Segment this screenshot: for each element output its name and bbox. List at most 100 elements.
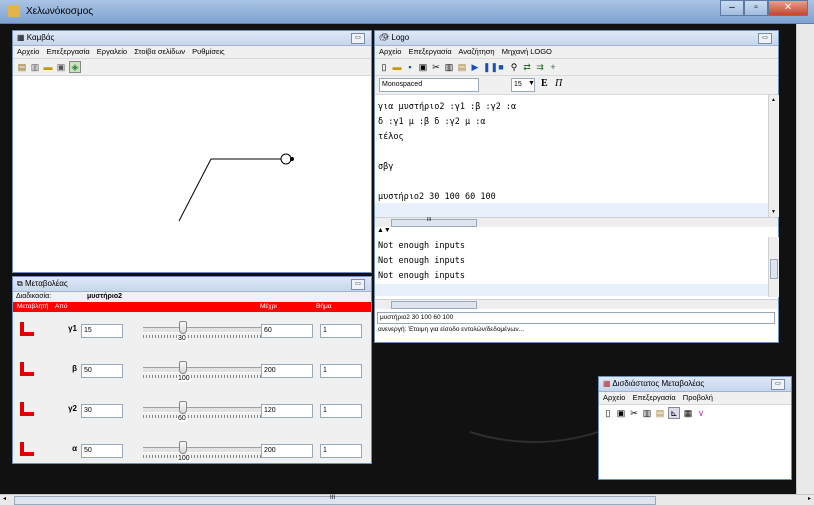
turtle-icon (280, 153, 292, 165)
editor-vertical-scrollbar[interactable]: ▲ ▼ (768, 95, 779, 217)
variable-slider[interactable]: 30 (143, 316, 263, 344)
logo-menu-search[interactable]: Αναζήτηση (458, 47, 494, 56)
stop-icon[interactable]: ■ (496, 62, 506, 72)
variable-name: α (72, 444, 77, 453)
dim-menu-file[interactable]: Αρχείο (603, 393, 625, 402)
print-icon[interactable]: ▣ (418, 62, 428, 72)
scroll-left-icon[interactable]: ◂ (3, 495, 6, 502)
command-input[interactable]: μυστήριο2 30 100 60 100 (377, 312, 775, 324)
variable-slider[interactable]: 100 (143, 436, 263, 464)
copy-icon[interactable]: ▥ (642, 408, 652, 418)
add-icon[interactable]: + (548, 62, 558, 72)
app-icon (8, 5, 20, 17)
output-vertical-scrollbar[interactable] (768, 237, 779, 297)
dim-minimize-button[interactable]: ▭ (771, 379, 785, 390)
variables-header: Μεταβλητή Από Μέχρι Βήμα (13, 302, 371, 312)
variable-from-field[interactable]: 50 (81, 444, 123, 458)
font-size-dropdown-icon[interactable]: ▼ (528, 80, 535, 87)
open-folder-icon[interactable]: ▬ (43, 62, 53, 72)
new-file-icon[interactable]: ▯ (379, 62, 389, 72)
bold-button[interactable]: E (541, 78, 548, 89)
variable-step-field[interactable]: 1 (320, 444, 362, 458)
variable-from-field[interactable]: 15 (81, 324, 123, 338)
editor-line: δ :γ1 μ :β δ :γ2 μ :α (378, 117, 486, 127)
variable-slider[interactable]: 60 (143, 396, 263, 424)
canvas-menu-settings[interactable]: Ρυθμίσεις (192, 47, 225, 56)
dim-menu-edit[interactable]: Επεξεργασία (632, 393, 675, 402)
cut-icon[interactable]: ✂ (431, 62, 441, 72)
variable-to-field[interactable]: 200 (261, 444, 313, 458)
turtle-icon[interactable]: ◈ (69, 61, 81, 73)
canvas-menu-pages[interactable]: Στοίβα σελίδων (134, 47, 185, 56)
minimize-button[interactable]: – (720, 0, 744, 16)
slider-knob[interactable] (178, 361, 187, 374)
variable-step-field[interactable]: 1 (320, 364, 362, 378)
grid-icon[interactable]: ▦ (683, 408, 693, 418)
logo-menu-engine[interactable]: Μηχανή LOGO (502, 47, 552, 56)
split-arrows-icon[interactable]: ▲▼ (377, 227, 391, 234)
main-vertical-scrollbar[interactable] (796, 24, 814, 494)
logo-menu-file[interactable]: Αρχείο (379, 47, 401, 56)
variable-to-field[interactable]: 200 (261, 364, 313, 378)
pause-icon[interactable]: ❚❚ (483, 62, 498, 72)
variable-row: γ1 15 30 60 1 (13, 314, 385, 354)
editor-line: για μυστήριο2 :γ1 :β :γ2 :α (378, 102, 517, 112)
turtle-canvas[interactable] (13, 74, 371, 272)
main-horizontal-scrollbar[interactable]: III ◂ ▸ (0, 494, 814, 505)
font-name-select[interactable]: Monospaced (379, 78, 479, 92)
output-line: Not enough inputs (378, 256, 465, 266)
canvas-menu-tool[interactable]: Εργαλείο (97, 47, 127, 56)
curve-icon[interactable]: ∨ (696, 408, 706, 418)
logo-toolbar: ▯ ▬ ▪ ▣ ✂ ▥ ▤ ▶ ❚❚ ■ ⚲ ⇄ ⇉ + (375, 59, 778, 76)
variable-slider[interactable]: 100 (143, 356, 263, 384)
open-folder-icon[interactable]: ▬ (392, 62, 402, 72)
canvas-minimize-button[interactable]: ▭ (351, 33, 365, 44)
header-to: Μέχρι (260, 303, 277, 310)
logo-window: 🐢︎ Logo ▭ Αρχείο Επεξεργασία Αναζήτηση Μ… (374, 30, 779, 343)
copy-icon[interactable]: ▥ (30, 62, 40, 72)
dim-menu-view[interactable]: Προβολή (683, 393, 713, 402)
variable-name: γ2 (68, 404, 77, 413)
slider-knob[interactable] (178, 321, 187, 334)
variable-from-field[interactable]: 50 (81, 364, 123, 378)
variable-symbol-icon (20, 322, 34, 336)
save-icon[interactable]: ▪ (405, 62, 415, 72)
variable-to-field[interactable]: 120 (261, 404, 313, 418)
maximize-button[interactable]: ▫ (744, 0, 768, 16)
new-page-icon[interactable]: ▤ (17, 62, 27, 72)
variable-name: β (72, 364, 77, 373)
scroll-right-icon[interactable]: ▸ (808, 495, 811, 502)
close-button[interactable]: ✕ (768, 0, 808, 16)
cut-icon[interactable]: ✂ (629, 408, 639, 418)
slider-knob[interactable] (178, 401, 187, 414)
drawn-line-1 (178, 158, 212, 222)
variables-minimize-button[interactable]: ▭ (351, 279, 365, 290)
variable-row: γ2 30 60 120 1 (13, 394, 385, 434)
replace-all-icon[interactable]: ⇉ (535, 62, 545, 72)
slider-knob[interactable] (178, 441, 187, 454)
variable-symbol-icon (20, 442, 34, 456)
copy-icon[interactable]: ▥ (444, 62, 454, 72)
logo-menu-edit[interactable]: Επεξεργασία (408, 47, 451, 56)
replace-icon[interactable]: ⇄ (522, 62, 532, 72)
print-icon[interactable]: ▣ (56, 62, 66, 72)
italic-button[interactable]: Π (555, 78, 562, 89)
logo-minimize-button[interactable]: ▭ (758, 33, 772, 44)
paste-icon[interactable]: ▤ (655, 408, 665, 418)
logo-editor[interactable]: για μυστήριο2 :γ1 :β :γ2 :α δ :γ1 μ :β δ… (375, 95, 768, 217)
variable-to-field[interactable]: 60 (261, 324, 313, 338)
canvas-menu-file[interactable]: Αρχείο (17, 47, 39, 56)
dim-window: ▦ Δισδιάστατος Μεταβολέας ▭ Αρχείο Επεξε… (598, 376, 792, 480)
variable-from-field[interactable]: 30 (81, 404, 123, 418)
variable-step-field[interactable]: 1 (320, 324, 362, 338)
variable-step-field[interactable]: 1 (320, 404, 362, 418)
new-file-icon[interactable]: ▯ (603, 408, 613, 418)
print-icon[interactable]: ▣ (616, 408, 626, 418)
run-icon[interactable]: ▶ (470, 62, 480, 72)
canvas-menu-edit[interactable]: Επεξεργασία (46, 47, 89, 56)
editor-horizontal-scrollbar[interactable]: III (375, 217, 778, 227)
output-horizontal-scrollbar[interactable] (375, 299, 778, 309)
axes-icon[interactable]: ⊾ (668, 407, 680, 419)
find-icon[interactable]: ⚲ (509, 62, 519, 72)
paste-icon[interactable]: ▤ (457, 62, 467, 72)
